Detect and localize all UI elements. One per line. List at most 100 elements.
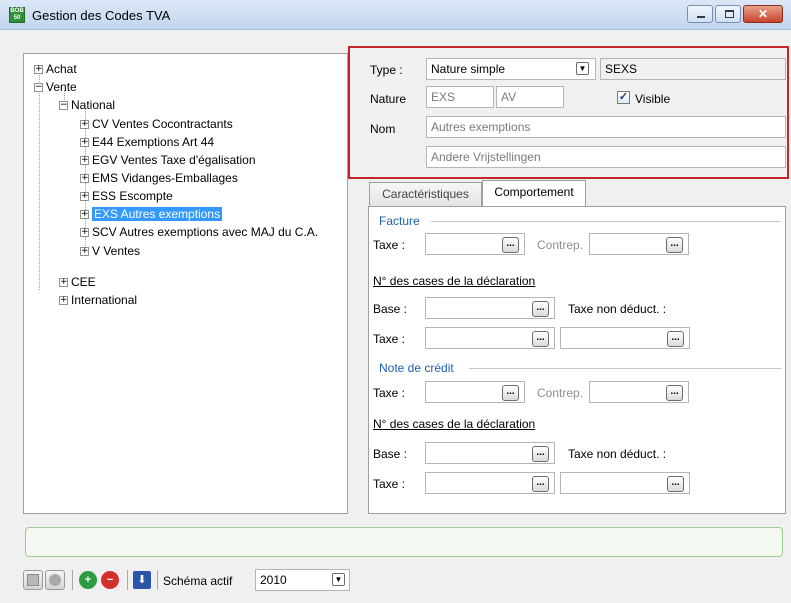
- tree-item-exs[interactable]: + EXS Autres exemptions: [80, 205, 223, 223]
- minimize-button[interactable]: [687, 5, 713, 23]
- nc-taxe-browse-button[interactable]: ...: [502, 385, 519, 401]
- tree-item-scv[interactable]: + SCV Autres exemptions avec MAJ du C.A.: [80, 223, 318, 241]
- tree-item-label: ESS Escompte: [92, 189, 173, 203]
- nom-fr-value: Autres exemptions: [431, 120, 531, 134]
- expand-icon[interactable]: +: [80, 173, 89, 183]
- tree-item-label: National: [71, 98, 116, 112]
- tree-item-international[interactable]: + International: [59, 291, 137, 309]
- tree-item-label: CEE: [71, 275, 96, 289]
- ellipsis-icon: ...: [536, 302, 545, 313]
- tree-item-achat[interactable]: + Achat: [34, 60, 77, 78]
- tree-item-label: EGV Ventes Taxe d'égalisation: [92, 153, 256, 167]
- nc-base-label: Base :: [373, 447, 408, 461]
- tree-item-label: Vente: [46, 80, 77, 94]
- tree-item-label: V Ventes: [92, 244, 141, 258]
- expand-icon[interactable]: +: [80, 209, 89, 219]
- nc-contrep-browse-button[interactable]: ...: [666, 385, 683, 401]
- facture-taxe-browse-button[interactable]: ...: [502, 237, 519, 253]
- facture-base-label: Base :: [373, 302, 408, 316]
- title-bar[interactable]: BOB 50 Gestion des Codes TVA ✕: [0, 0, 791, 30]
- expand-icon[interactable]: +: [34, 64, 43, 74]
- nc-taxe-non-deduct-label: Taxe non déduct. :: [568, 447, 667, 461]
- delete-button[interactable]: −: [101, 571, 119, 589]
- bottom-toolbar: + − ⬇ Schéma actif 2010 ▼: [23, 566, 788, 596]
- facture-contrep-label: Contrep.: [537, 238, 584, 252]
- ellipsis-icon: ...: [671, 332, 680, 343]
- ellipsis-icon: ...: [670, 238, 679, 249]
- chevron-down-icon: ▼: [578, 64, 587, 73]
- ellipsis-icon: ...: [536, 332, 545, 343]
- tree-item-label: SCV Autres exemptions avec MAJ du C.A.: [92, 225, 319, 239]
- tree-item-ess[interactable]: + ESS Escompte: [80, 187, 173, 205]
- main-window: BOB 50 Gestion des Codes TVA ✕ + Achat −…: [0, 0, 791, 603]
- app-icon: BOB 50: [9, 7, 25, 23]
- tree-item-e44[interactable]: + E44 Exemptions Art 44: [80, 133, 214, 151]
- add-button[interactable]: +: [79, 571, 97, 589]
- window-title: Gestion des Codes TVA: [32, 8, 171, 23]
- tab-caracteristiques[interactable]: Caractéristiques: [369, 182, 482, 206]
- nc-taxe2-browse-button[interactable]: ...: [532, 476, 549, 492]
- tree-item-label: Achat: [46, 62, 77, 76]
- visible-checkbox[interactable]: ✓: [617, 91, 630, 104]
- tree-item-cv[interactable]: + CV Ventes Cocontractants: [80, 115, 233, 133]
- tree-item-ems[interactable]: + EMS Vidanges-Emballages: [80, 169, 238, 187]
- expand-icon[interactable]: +: [80, 227, 89, 237]
- tab-comportement[interactable]: Comportement: [482, 180, 586, 206]
- window-controls: ✕: [687, 5, 783, 23]
- type-label: Type :: [370, 63, 403, 77]
- type-dropdown-button[interactable]: ▼: [576, 62, 589, 75]
- facture-base-browse-button[interactable]: ...: [532, 301, 549, 317]
- facture-taxe-label: Taxe :: [373, 238, 406, 252]
- cancel-button[interactable]: [45, 570, 65, 590]
- expand-icon[interactable]: +: [59, 277, 68, 287]
- cancel-icon: [49, 574, 61, 586]
- type-select[interactable]: Nature simple: [426, 58, 596, 80]
- ellipsis-icon: ...: [536, 477, 545, 488]
- nc-cases-title: N° des cases de la déclaration: [373, 417, 536, 431]
- chevron-down-icon: ▼: [334, 575, 343, 584]
- tree-item-cee[interactable]: + CEE: [59, 273, 96, 291]
- facture-taxe-non-deduct-browse-button[interactable]: ...: [667, 331, 684, 347]
- visible-label: Visible: [635, 92, 671, 106]
- collapse-icon[interactable]: −: [59, 100, 68, 110]
- nom-fr-field[interactable]: Autres exemptions: [426, 116, 786, 138]
- tree-item-v[interactable]: + V Ventes: [80, 242, 140, 260]
- collapse-icon[interactable]: −: [34, 82, 43, 92]
- nc-taxe-non-deduct-browse-button[interactable]: ...: [667, 476, 684, 492]
- schema-dropdown-button[interactable]: ▼: [332, 573, 345, 586]
- expand-icon[interactable]: +: [80, 137, 89, 147]
- expand-icon[interactable]: +: [80, 155, 89, 165]
- save-button[interactable]: [23, 570, 43, 590]
- nom-label: Nom: [370, 122, 396, 136]
- expand-icon[interactable]: +: [80, 246, 89, 256]
- facture-contrep-browse-button[interactable]: ...: [666, 237, 683, 253]
- tree-item-vente[interactable]: − Vente: [34, 78, 77, 96]
- nc-taxe-label: Taxe :: [373, 386, 406, 400]
- navigate-button[interactable]: ⬇: [133, 571, 151, 589]
- expand-icon[interactable]: +: [80, 191, 89, 201]
- nc-base-browse-button[interactable]: ...: [532, 446, 549, 462]
- nom-nl-field[interactable]: Andere Vrijstellingen: [426, 146, 786, 168]
- expand-icon[interactable]: +: [80, 119, 89, 129]
- tree-item-national[interactable]: − National: [59, 96, 115, 114]
- tree-item-egv[interactable]: + EGV Ventes Taxe d'égalisation: [80, 151, 256, 169]
- ellipsis-icon: ...: [671, 477, 680, 488]
- facture-taxe2-browse-button[interactable]: ...: [532, 331, 549, 347]
- tree-item-label: E44 Exemptions Art 44: [92, 135, 215, 149]
- plus-icon: +: [84, 574, 92, 586]
- nature-suffix-field[interactable]: AV: [496, 86, 564, 108]
- note-credit-group-title: Note de crédit: [379, 361, 454, 375]
- ellipsis-icon: ...: [506, 386, 515, 397]
- tree-item-label: International: [71, 293, 138, 307]
- maximize-icon: [725, 10, 734, 18]
- close-button[interactable]: ✕: [743, 5, 783, 23]
- vat-code-tree[interactable]: + Achat − Vente − National + CV Ventes C…: [23, 53, 348, 514]
- facture-cases-title: N° des cases de la déclaration: [373, 274, 536, 288]
- save-icon: [27, 574, 39, 586]
- maximize-button[interactable]: [715, 5, 741, 23]
- divider: [469, 368, 781, 369]
- nature-code-field[interactable]: EXS: [426, 86, 494, 108]
- expand-icon[interactable]: +: [59, 295, 68, 305]
- code-header-panel: Type : Nature simple ▼ SEXS Nature EXS A…: [348, 46, 789, 179]
- tab-label: Caractéristiques: [382, 187, 469, 201]
